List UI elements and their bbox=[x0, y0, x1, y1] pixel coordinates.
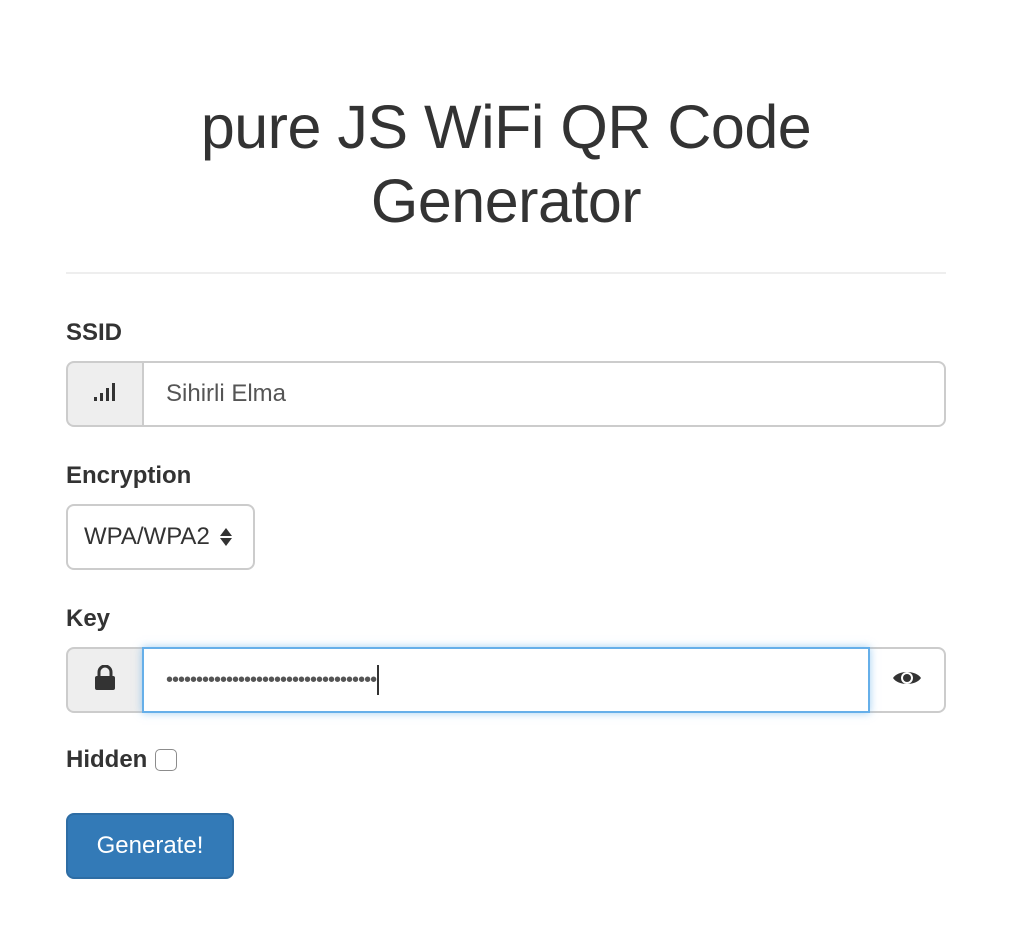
key-masked-value: ••••••••••••••••••••••••••••••••••• bbox=[166, 668, 377, 691]
hidden-checkbox[interactable] bbox=[155, 749, 178, 771]
ssid-input[interactable]: Sihirli Elma bbox=[142, 361, 946, 427]
ssid-label: SSID bbox=[66, 319, 123, 346]
encryption-select[interactable]: WPA/WPA2 bbox=[66, 504, 255, 570]
page-title-line1: pure JS WiFi QR Code bbox=[200, 93, 812, 161]
eye-icon bbox=[892, 668, 922, 693]
ssid-addon bbox=[66, 361, 142, 427]
reveal-key-button[interactable] bbox=[870, 647, 946, 713]
page: pure JS WiFi QR Code Generator SSID Sihi… bbox=[0, 0, 1024, 929]
lock-icon bbox=[93, 664, 117, 696]
ssid-value: Sihirli Elma bbox=[166, 380, 287, 407]
ssid-input-group: Sihirli Elma bbox=[66, 361, 946, 427]
key-input[interactable]: ••••••••••••••••••••••••••••••••••• bbox=[142, 647, 870, 713]
encryption-label: Encryption bbox=[66, 462, 192, 489]
hidden-row: Hidden bbox=[66, 746, 178, 774]
header-divider bbox=[66, 272, 946, 274]
key-label: Key bbox=[66, 605, 111, 632]
key-input-group: ••••••••••••••••••••••••••••••••••• bbox=[66, 647, 946, 713]
hidden-label: Hidden bbox=[66, 746, 148, 773]
page-title: pure JS WiFi QR Code Generator bbox=[66, 90, 946, 238]
signal-icon bbox=[93, 381, 117, 408]
encryption-selected-value: WPA/WPA2 bbox=[84, 523, 210, 550]
key-addon bbox=[66, 647, 142, 713]
text-caret bbox=[377, 665, 380, 695]
page-title-line2: Generator bbox=[370, 167, 642, 235]
generate-button[interactable]: Generate! bbox=[66, 813, 234, 879]
select-arrows-icon bbox=[219, 528, 232, 546]
